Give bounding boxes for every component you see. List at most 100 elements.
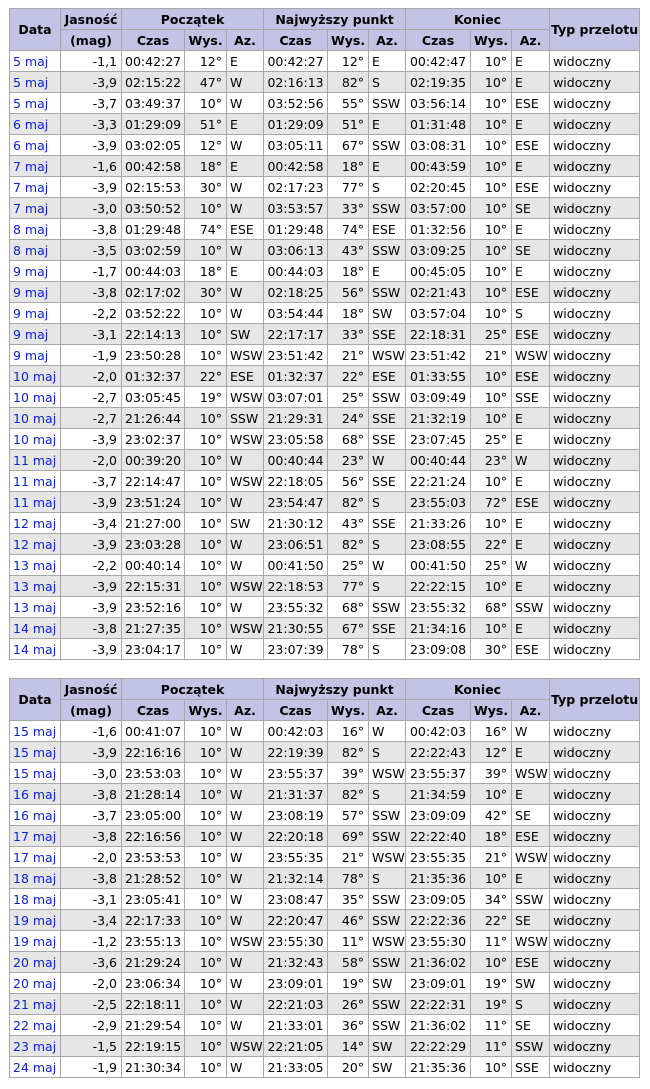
start-alt-cell: 74° <box>184 218 227 240</box>
peak-az-cell: WSW <box>368 762 407 784</box>
header-peak-time: Czas <box>263 699 329 721</box>
peak-time-cell: 02:16:13 <box>263 71 329 93</box>
peak-alt-cell: 19° <box>327 972 370 994</box>
peak-time-cell: 22:20:47 <box>263 909 329 931</box>
start-time-cell: 22:16:16 <box>121 741 185 763</box>
date-link[interactable]: 14 maj <box>13 642 56 657</box>
date-cell: 10 maj <box>9 386 61 408</box>
date-link[interactable]: 18 maj <box>13 871 56 886</box>
date-link[interactable]: 10 maj <box>13 432 56 447</box>
date-link[interactable]: 19 maj <box>13 934 56 949</box>
peak-time-cell: 03:06:13 <box>263 239 329 261</box>
date-link[interactable]: 16 maj <box>13 787 56 802</box>
date-link[interactable]: 22 maj <box>13 1018 56 1033</box>
end-alt-cell: 10° <box>470 617 513 639</box>
peak-time-cell: 21:32:14 <box>263 867 329 889</box>
date-link[interactable]: 7 maj <box>13 180 48 195</box>
end-alt-cell: 10° <box>470 1056 513 1078</box>
pass-type-cell: widoczny <box>549 825 641 847</box>
table-row: 10 maj -2,7 03:05:45 19° WSW 03:07:01 25° SSW 03… <box>9 386 641 408</box>
date-cell: 24 maj <box>9 1056 61 1078</box>
date-link[interactable]: 23 maj <box>13 1039 56 1054</box>
peak-time-cell: 21:33:05 <box>263 1056 329 1078</box>
start-az-cell: W <box>225 846 265 868</box>
end-az-cell: SSE <box>511 386 551 408</box>
date-link[interactable]: 9 maj <box>13 306 48 321</box>
header-end-alt: Wys. <box>470 29 513 51</box>
start-time-cell: 22:14:47 <box>121 470 185 492</box>
date-link[interactable]: 9 maj <box>13 264 48 279</box>
date-link[interactable]: 19 maj <box>13 913 56 928</box>
date-link[interactable]: 10 maj <box>13 390 56 405</box>
date-link[interactable]: 24 maj <box>13 1060 56 1075</box>
date-link[interactable]: 8 maj <box>13 222 48 237</box>
date-link[interactable]: 14 maj <box>13 621 56 636</box>
date-cell: 17 maj <box>9 846 61 868</box>
start-time-cell: 23:02:37 <box>121 428 185 450</box>
date-link[interactable]: 17 maj <box>13 829 56 844</box>
date-link[interactable]: 9 maj <box>13 348 48 363</box>
header-start-az: Az. <box>225 699 265 721</box>
start-time-cell: 23:05:00 <box>121 804 185 826</box>
date-cell: 12 maj <box>9 533 61 555</box>
brightness-cell: -3,1 <box>60 888 122 910</box>
date-link[interactable]: 6 maj <box>13 138 48 153</box>
start-alt-cell: 30° <box>184 281 227 303</box>
date-cell: 22 maj <box>9 1014 61 1036</box>
date-link[interactable]: 10 maj <box>13 411 56 426</box>
date-link[interactable]: 12 maj <box>13 537 56 552</box>
pass-type-cell: widoczny <box>549 720 641 742</box>
peak-alt-cell: 21° <box>327 846 370 868</box>
date-link[interactable]: 7 maj <box>13 159 48 174</box>
end-az-cell: E <box>511 617 551 639</box>
peak-time-cell: 00:42:58 <box>263 155 329 177</box>
date-link[interactable]: 20 maj <box>13 955 56 970</box>
end-time-cell: 21:36:02 <box>405 951 472 973</box>
header-date[interactable]: Data <box>9 8 61 51</box>
date-link[interactable]: 10 maj <box>13 369 56 384</box>
date-link[interactable]: 15 maj <box>13 724 56 739</box>
table-row: 10 maj -3,9 23:02:37 10° WSW 23:05:58 68° SSE 23… <box>9 428 641 450</box>
date-cell: 20 maj <box>9 972 61 994</box>
brightness-cell: -2,5 <box>60 993 122 1015</box>
date-link[interactable]: 11 maj <box>13 495 56 510</box>
date-link[interactable]: 15 maj <box>13 766 56 781</box>
peak-az-cell: SSW <box>368 134 407 156</box>
date-link[interactable]: 17 maj <box>13 850 56 865</box>
date-link[interactable]: 5 maj <box>13 54 48 69</box>
header-end: Koniec <box>405 8 551 30</box>
end-time-cell: 01:31:48 <box>405 113 472 135</box>
date-link[interactable]: 11 maj <box>13 474 56 489</box>
date-link[interactable]: 13 maj <box>13 558 56 573</box>
date-link[interactable]: 5 maj <box>13 96 48 111</box>
date-link[interactable]: 5 maj <box>13 75 48 90</box>
start-time-cell: 21:27:35 <box>121 617 185 639</box>
date-link[interactable]: 13 maj <box>13 600 56 615</box>
date-link[interactable]: 11 maj <box>13 453 56 468</box>
date-link[interactable]: 9 maj <box>13 285 48 300</box>
date-link[interactable]: 7 maj <box>13 201 48 216</box>
peak-az-cell: SSE <box>368 428 407 450</box>
date-link[interactable]: 16 maj <box>13 808 56 823</box>
peak-az-cell: E <box>368 260 407 282</box>
passes-table-2: Data Jasność Początek Najwyższy punkt Ko… <box>9 678 641 1078</box>
date-link[interactable]: 13 maj <box>13 579 56 594</box>
brightness-cell: -3,5 <box>60 239 122 261</box>
date-link[interactable]: 6 maj <box>13 117 48 132</box>
date-link[interactable]: 8 maj <box>13 243 48 258</box>
start-az-cell: W <box>225 596 265 618</box>
date-link[interactable]: 15 maj <box>13 745 56 760</box>
end-az-cell: ESE <box>511 281 551 303</box>
peak-alt-cell: 18° <box>327 260 370 282</box>
date-link[interactable]: 12 maj <box>13 516 56 531</box>
date-link[interactable]: 20 maj <box>13 976 56 991</box>
date-link[interactable]: 21 maj <box>13 997 56 1012</box>
end-time-cell: 01:32:56 <box>405 218 472 240</box>
brightness-cell: -1,6 <box>60 720 122 742</box>
start-alt-cell: 10° <box>184 909 227 931</box>
date-link[interactable]: 9 maj <box>13 327 48 342</box>
start-time-cell: 22:14:13 <box>121 323 185 345</box>
pass-type-cell: widoczny <box>549 638 641 660</box>
header-date[interactable]: Data <box>9 678 61 721</box>
date-link[interactable]: 18 maj <box>13 892 56 907</box>
